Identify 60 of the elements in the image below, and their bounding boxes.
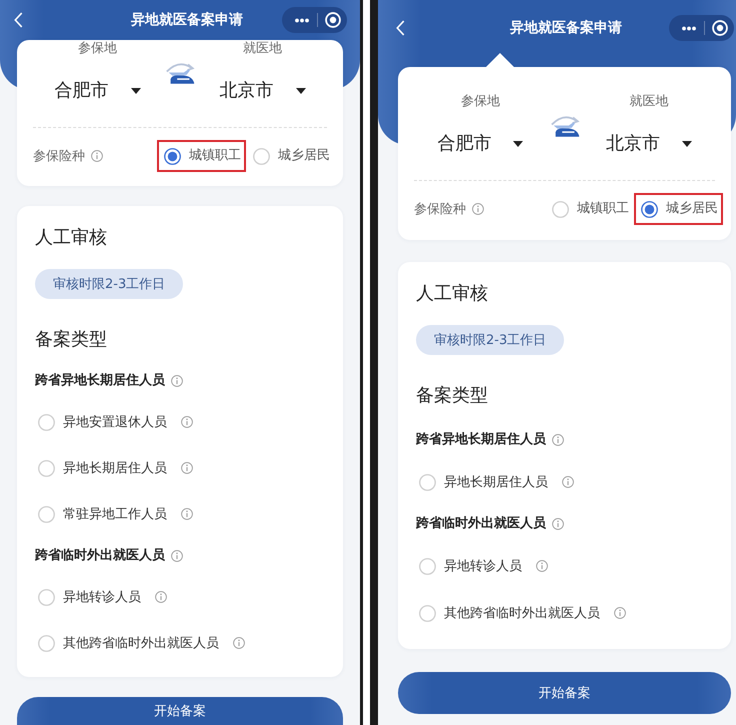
city-dropdown[interactable]: 北京市 (220, 78, 306, 104)
info-icon[interactable] (562, 476, 574, 488)
radio-option[interactable]: 异地长期居住人员 (416, 467, 574, 497)
section-heading: 备案类型 (416, 384, 488, 408)
city-dropdown[interactable]: 北京市 (606, 131, 692, 157)
review-time-tag: 审核时限2-3工作日 (35, 269, 184, 299)
radio-option[interactable]: 其他跨省临时外出就医人员 (35, 628, 245, 658)
place-label: 参保地 (78, 41, 117, 57)
info-icon[interactable] (155, 591, 167, 603)
group-title: 跨省异地长期居住人员 (35, 372, 165, 390)
caret-icon (513, 141, 524, 147)
caret-icon (682, 141, 692, 147)
radio-option[interactable]: 城镇职工 (545, 193, 634, 225)
radio-option[interactable]: 其他跨省临时外出就医人员 (416, 598, 626, 628)
back-icon[interactable] (396, 20, 405, 36)
radio-option[interactable]: 常驻异地工作人员 (35, 499, 193, 529)
radio-option[interactable]: 城镇职工 (157, 140, 246, 172)
more-icon[interactable] (294, 18, 310, 22)
info-icon[interactable] (181, 462, 193, 474)
radio-option[interactable]: 城乡居民 (634, 193, 723, 225)
info-icon[interactable] (552, 434, 564, 446)
caret-icon (296, 88, 306, 94)
info-icon[interactable] (552, 518, 564, 530)
info-icon[interactable] (181, 508, 193, 520)
section-heading: 人工审核 (416, 282, 488, 306)
caret-icon (130, 88, 140, 94)
radio-option[interactable]: 异地转诊人员 (35, 582, 167, 612)
submit-button[interactable]: 开始备案 (17, 697, 343, 725)
submit-button[interactable]: 开始备案 (398, 672, 731, 714)
page-title: 异地就医备案申请 (131, 10, 243, 30)
place-label: 就医地 (243, 41, 282, 57)
target-icon[interactable] (712, 20, 728, 36)
info-icon[interactable] (181, 416, 193, 428)
place-label: 参保地 (460, 94, 500, 110)
insurance-type-label: 参保险种 (33, 148, 85, 165)
radio-option[interactable]: 城乡居民 (246, 140, 335, 172)
insurance-type-label: 参保险种 (414, 201, 466, 218)
info-icon[interactable] (472, 203, 484, 215)
info-icon[interactable] (614, 607, 626, 619)
city-dropdown[interactable]: 合肥市 (54, 78, 140, 104)
info-icon[interactable] (171, 375, 183, 387)
back-icon[interactable] (14, 12, 23, 28)
info-icon[interactable] (233, 637, 245, 649)
info-icon[interactable] (171, 550, 183, 562)
radio-option[interactable]: 异地安置退休人员 (35, 407, 193, 437)
group-title: 跨省异地长期居住人员 (416, 431, 546, 449)
more-icon[interactable] (681, 26, 697, 30)
target-icon[interactable] (325, 12, 341, 28)
info-icon[interactable] (536, 560, 548, 572)
group-title: 跨省临时外出就医人员 (416, 515, 546, 533)
radio-option[interactable]: 异地长期居住人员 (35, 453, 193, 483)
radio-option[interactable]: 异地转诊人员 (416, 551, 548, 581)
place-label: 就医地 (629, 94, 668, 110)
info-icon[interactable] (91, 150, 103, 162)
review-time-tag: 审核时限2-3工作日 (416, 325, 564, 355)
page-title: 异地就医备案申请 (510, 18, 622, 38)
section-heading: 备案类型 (35, 328, 107, 352)
section-heading: 人工审核 (35, 226, 107, 250)
group-title: 跨省临时外出就医人员 (35, 547, 165, 565)
city-dropdown[interactable]: 合肥市 (437, 131, 524, 157)
